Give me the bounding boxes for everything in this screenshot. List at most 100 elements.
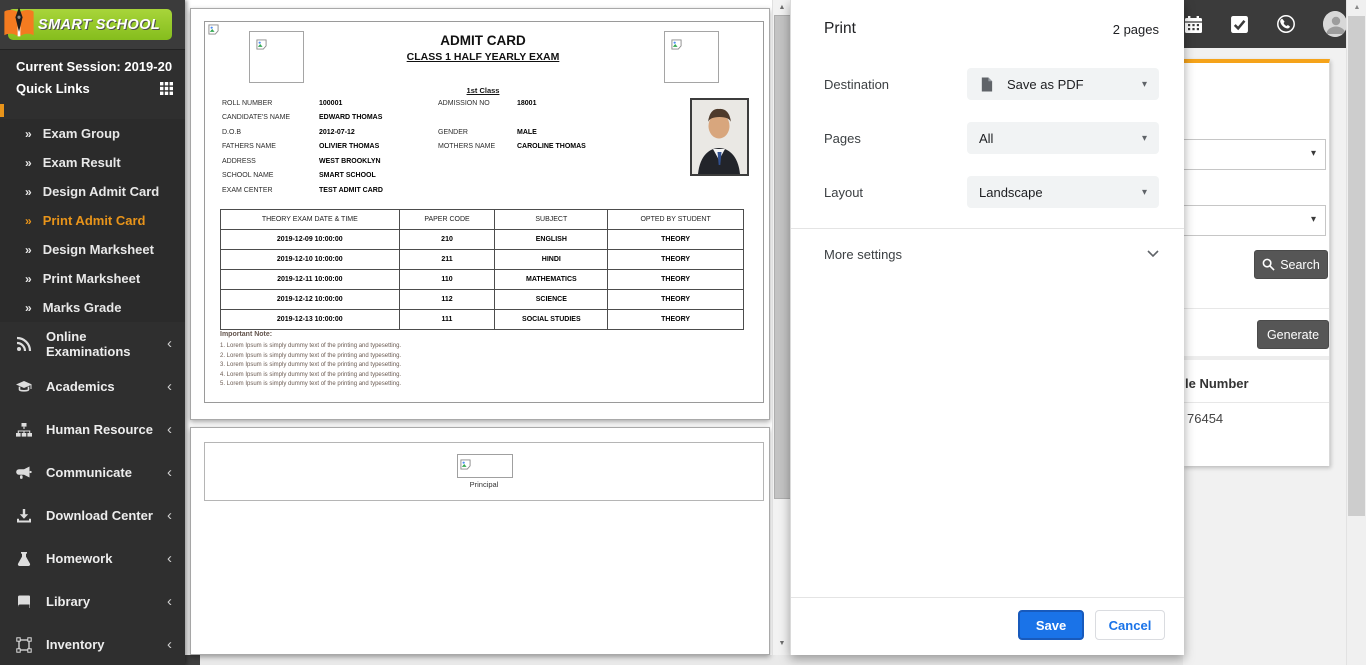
window-scrollbar[interactable]: ▲ <box>1346 0 1366 665</box>
double-chevron-icon: » <box>25 243 32 257</box>
dialog-divider <box>791 228 1184 229</box>
print-dialog: Print 2 pages Destination Save as PDF ▾ … <box>790 0 1184 655</box>
generate-button[interactable]: Generate <box>1257 320 1329 349</box>
rss-icon <box>16 335 33 352</box>
collapse-chevron-icon: ‹ <box>167 464 172 481</box>
background-bottom-strip <box>185 655 1183 665</box>
save-button[interactable]: Save <box>1018 610 1084 640</box>
sidebar-item-print-marksheet[interactable]: »Print Marksheet <box>0 264 185 293</box>
task-check-icon[interactable] <box>1230 15 1249 34</box>
scroll-up-arrow-icon[interactable]: ▲ <box>1347 0 1366 16</box>
search-button[interactable]: Search <box>1254 250 1328 279</box>
scroll-up-arrow-icon[interactable]: ▲ <box>773 0 791 15</box>
note-line: 3. Lorem Ipsum is simply dummy text of t… <box>220 361 401 371</box>
sidebar-item-library[interactable]: Library ‹ <box>0 580 185 623</box>
top-navbar <box>1183 0 1347 48</box>
sidebar: SMART SCHOOL Current Session: 2019-20 Qu… <box>0 0 185 665</box>
collapse-chevron-icon: ‹ <box>167 550 172 567</box>
scroll-down-arrow-icon[interactable]: ▼ <box>773 637 791 651</box>
sidebar-item-academics[interactable]: Academics ‹ <box>0 365 185 408</box>
dropdown-caret-icon: ▾ <box>1142 187 1147 198</box>
sidebar-item-exam-group[interactable]: »Exam Group <box>0 119 185 148</box>
double-chevron-icon: » <box>25 301 32 315</box>
destination-row: Destination Save as PDF ▾ <box>824 68 1159 100</box>
sidebar-item-design-admit-card[interactable]: »Design Admit Card <box>0 177 185 206</box>
preview-scrollbar-thumb[interactable] <box>774 15 791 499</box>
pages-select[interactable]: All ▾ <box>967 122 1159 154</box>
pages-row: Pages All ▾ <box>824 122 1159 154</box>
calendar-icon[interactable] <box>1184 15 1203 34</box>
sitemap-icon <box>16 421 33 438</box>
pages-label: Pages <box>824 131 967 146</box>
sidebar-item-communicate[interactable]: Communicate ‹ <box>0 451 185 494</box>
graduation-cap-icon <box>16 378 33 395</box>
sidebar-item-marks-grade[interactable]: »Marks Grade <box>0 293 185 322</box>
note-line: 5. Lorem Ipsum is simply dummy text of t… <box>220 380 401 390</box>
table-row: 2019-12-09 10:00:00210ENGLISHTHEORY <box>221 230 744 250</box>
note-line: 1. Lorem Ipsum is simply dummy text of t… <box>220 342 401 352</box>
pages-value: All <box>979 131 993 146</box>
sidebar-item-exam-result[interactable]: »Exam Result <box>0 148 185 177</box>
class-select[interactable]: ▾ <box>1180 139 1326 170</box>
user-avatar[interactable] <box>1323 11 1347 37</box>
detail-gender: GENDERMALE <box>438 129 537 136</box>
dropdown-caret-icon: ▾ <box>1311 214 1316 225</box>
destination-label: Destination <box>824 77 967 92</box>
logo-text: SMART SCHOOL <box>38 17 160 33</box>
page-count-label: 2 pages <box>1113 22 1159 37</box>
print-dialog-title: Print <box>824 20 856 38</box>
admit-card-page-card: ▾ ▾ Search Generate le Number 76454 <box>1183 59 1330 466</box>
important-notes-list: 1. Lorem Ipsum is simply dummy text of t… <box>220 342 401 390</box>
exam-schedule-table: THEORY EXAM DATE & TIME PAPER CODE SUBJE… <box>220 209 744 330</box>
book-pen-logo-icon <box>2 6 36 47</box>
active-section-marker <box>0 104 4 117</box>
layout-row: Layout Landscape ▾ <box>824 176 1159 208</box>
double-chevron-icon: » <box>25 214 32 228</box>
sidebar-item-online-examinations[interactable]: Online Examinations ‹ <box>0 322 185 365</box>
whatsapp-icon[interactable] <box>1276 14 1296 34</box>
collapse-chevron-icon: ‹ <box>167 335 172 352</box>
main-menu: Online Examinations ‹ Academics ‹ Human … <box>0 322 185 665</box>
dropdown-caret-icon: ▾ <box>1142 133 1147 144</box>
class-label: 1st Class <box>204 86 762 95</box>
layout-select[interactable]: Landscape ▾ <box>967 176 1159 208</box>
window-scrollbar-thumb[interactable] <box>1348 16 1365 516</box>
signature-strip: Principal <box>204 442 764 501</box>
detail-dob: D.O.B2012-07-12 <box>222 129 355 136</box>
sidebar-item-download-center[interactable]: Download Center ‹ <box>0 494 185 537</box>
double-chevron-icon: » <box>25 156 32 170</box>
sidebar-item-inventory[interactable]: Inventory ‹ <box>0 623 185 665</box>
sidebar-item-design-marksheet[interactable]: »Design Marksheet <box>0 235 185 264</box>
destination-select[interactable]: Save as PDF ▾ <box>967 68 1159 100</box>
detail-candidate-name: CANDIDATE'S NAMEEDWARD THOMAS <box>222 114 382 121</box>
destination-value: Save as PDF <box>1007 77 1084 92</box>
sidebar-item-print-admit-card[interactable]: »Print Admit Card <box>0 206 185 235</box>
logo-bar: SMART SCHOOL <box>0 0 185 50</box>
chevron-down-icon <box>1147 250 1159 258</box>
collapse-chevron-icon: ‹ <box>167 421 172 438</box>
print-preview-pane: ADMIT CARD CLASS 1 HALF YEARLY EXAM 1st … <box>185 0 772 655</box>
print-dialog-header: Print 2 pages <box>824 20 1159 38</box>
collapse-chevron-icon: ‹ <box>167 636 172 653</box>
more-settings-toggle[interactable]: More settings <box>824 243 1159 265</box>
detail-school-name: SCHOOL NAMESMART SCHOOL <box>222 172 376 179</box>
principal-label: Principal <box>205 480 763 489</box>
detail-address: ADDRESSWEST BROOKLYN <box>222 158 381 165</box>
smart-school-logo[interactable]: SMART SCHOOL <box>8 9 172 40</box>
section-select[interactable]: ▾ <box>1180 205 1326 236</box>
preview-scrollbar[interactable]: ▲ ▼ <box>772 0 791 655</box>
cancel-button[interactable]: Cancel <box>1095 610 1165 640</box>
package-icon <box>16 636 33 653</box>
sidebar-item-homework[interactable]: Homework ‹ <box>0 537 185 580</box>
background-page: ▾ ▾ Search Generate le Number 76454 <box>1183 0 1346 665</box>
search-button-label: Search <box>1280 258 1320 272</box>
dropdown-caret-icon: ▾ <box>1142 79 1147 90</box>
pdf-document-icon <box>979 76 994 93</box>
sidebar-shadow-chip <box>185 655 200 665</box>
search-icon <box>1262 258 1275 271</box>
card-divider <box>1183 308 1329 309</box>
table-column-header-partial: le Number <box>1185 376 1249 391</box>
grid-icon[interactable] <box>160 82 173 95</box>
sidebar-item-human-resource[interactable]: Human Resource ‹ <box>0 408 185 451</box>
detail-fathers-name: FATHERS NAMEOLIVIER THOMAS <box>222 143 379 150</box>
